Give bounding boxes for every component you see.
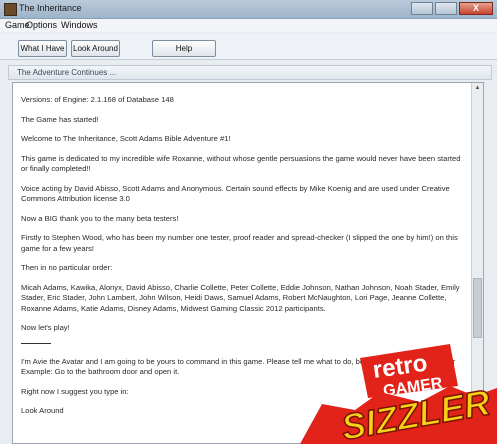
minimize-button[interactable] (411, 2, 433, 15)
scroll-up-icon[interactable]: ▲ (473, 84, 482, 93)
app-window: The Inheritance X Game Options Windows W… (0, 0, 497, 444)
text-line: Now a BIG thank you to the many beta tes… (21, 213, 179, 223)
what-i-have-button[interactable]: What I Have (18, 40, 67, 57)
text-line: Voice acting by David Abisso, Scott Adam… (21, 183, 450, 204)
app-icon (4, 3, 17, 16)
text-line: Then in no particular order: (21, 263, 113, 272)
text-line: Micah Adams, Kawika, Alonyx, David Abiss… (21, 282, 460, 313)
title-bar: The Inheritance X (0, 0, 497, 19)
menu-windows[interactable]: Windows (61, 20, 98, 30)
scrollbar-thumb[interactable] (473, 278, 482, 338)
separator-line (21, 342, 51, 344)
text-line: Welcome to The Inheritance, Scott Adams … (21, 134, 231, 143)
text-line: This game is dedicated to my incredible … (21, 153, 461, 174)
menu-options[interactable]: Options (26, 20, 57, 30)
look-around-button[interactable]: Look Around (71, 40, 120, 57)
text-line: Versions: of Engine: 2.1.168 of Database… (21, 95, 174, 104)
toolbar: What I Have Look Around Help (0, 33, 497, 60)
text-line: Now let's play! (21, 323, 70, 332)
close-button[interactable]: X (459, 2, 493, 15)
text-line: The Game has started! (21, 114, 99, 124)
maximize-button[interactable] (435, 2, 457, 15)
panel-title: The Adventure Continues ... (8, 65, 492, 80)
help-button[interactable]: Help (152, 40, 216, 57)
window-controls: X (411, 2, 493, 15)
menu-bar: Game Options Windows (0, 19, 497, 32)
text-line: Firstly to Stephen Wood, who has been my… (21, 233, 458, 253)
window-title: The Inheritance (19, 3, 82, 13)
retro-gamer-sizzler-logo: retro GAMER SIZZLER (300, 344, 497, 444)
